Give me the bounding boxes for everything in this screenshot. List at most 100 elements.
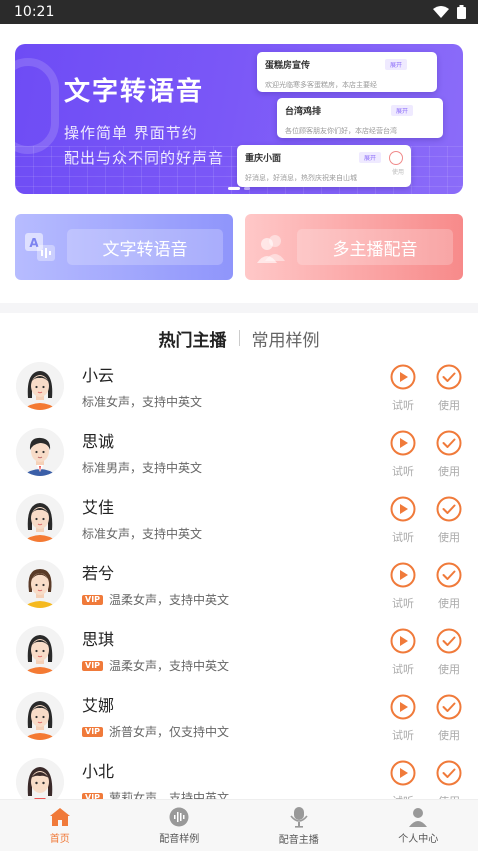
nav-label: 个人中心: [398, 833, 439, 845]
carousel-dot[interactable]: [244, 187, 250, 190]
play-icon: [390, 562, 416, 592]
nav-home[interactable]: 首页: [0, 800, 120, 851]
anchor-desc-text: 温柔女声，支持中英文: [109, 659, 230, 673]
card-body: 各位顾客朋友你们好，本店经营台湾: [285, 127, 397, 135]
status-bar: 10:21: [0, 0, 478, 24]
female-avatar: [16, 362, 64, 410]
check-circle-icon: [436, 694, 462, 724]
anchor-name: 艾佳: [82, 498, 115, 517]
listen-label: 试听: [392, 464, 414, 478]
anchor-row[interactable]: 思诚标准男声，支持中英文 试听 使用: [0, 419, 478, 485]
section-divider: [0, 303, 478, 313]
card-tag: 展开: [384, 59, 407, 70]
anchor-description: VIP 温柔女声，支持中英文: [82, 657, 390, 674]
listen-button[interactable]: 试听: [390, 628, 416, 677]
nav-anchors[interactable]: 配音主播: [239, 800, 359, 851]
use-button[interactable]: 使用: [436, 496, 462, 545]
text-to-speech-icon: A: [25, 233, 55, 261]
listen-button[interactable]: 试听: [390, 364, 416, 413]
nav-label: 首页: [49, 833, 70, 845]
carousel-dots: [228, 187, 250, 190]
banner-card: 台湾鸡排 各位顾客朋友你们好，本店经营台湾 展开: [277, 98, 443, 138]
use-button[interactable]: 使用: [436, 694, 462, 743]
anchor-description: 标准女声，支持中英文: [82, 393, 390, 410]
anchor-name: 小云: [82, 366, 115, 385]
use-button[interactable]: 使用: [436, 760, 462, 799]
play-icon: [390, 430, 416, 460]
anchor-name: 思琪: [82, 630, 115, 649]
listen-button[interactable]: 试听: [390, 562, 416, 611]
listen-label: 试听: [392, 530, 414, 544]
anchor-description: VIP 温柔女声，支持中英文: [82, 591, 390, 608]
banner-title: 文字转语音: [64, 77, 205, 107]
listen-label: 试听: [392, 728, 414, 742]
sound-wave-icon: [169, 807, 189, 826]
listen-label: 试听: [392, 662, 414, 676]
multi-anchor-label: 多主播配音: [297, 229, 453, 265]
anchor-name: 若兮: [82, 564, 115, 583]
text-to-speech-button[interactable]: A 文字转语音: [15, 214, 233, 280]
text-to-speech-label: 文字转语音: [67, 229, 223, 265]
play-icon: [390, 496, 416, 526]
vip-badge: VIP: [82, 726, 104, 737]
listen-label: 试听: [392, 596, 414, 610]
promo-banner[interactable]: 文字转语音 操作简单 界面节约 配出与众不同的好声音 蛋糕房宣传 欢迎光临寒多客…: [15, 44, 463, 194]
use-button[interactable]: 使用: [436, 430, 462, 479]
girl-avatar: [16, 758, 64, 799]
anchor-desc-text: 标准女声，支持中英文: [82, 395, 203, 409]
anchor-row[interactable]: 艾佳标准女声，支持中英文 试听 使用: [0, 485, 478, 551]
nav-label: 配音主播: [278, 834, 319, 846]
use-button[interactable]: 使用: [436, 364, 462, 413]
carousel-dot[interactable]: [228, 187, 240, 190]
anchor-row[interactable]: 若兮 VIP 温柔女声，支持中英文 试听 使用: [0, 551, 478, 617]
nav-samples[interactable]: 配音样例: [120, 800, 240, 851]
tab-hot-anchors[interactable]: 热门主播: [159, 326, 227, 351]
multi-anchor-button[interactable]: 多主播配音: [245, 214, 463, 280]
check-circle-icon: [436, 760, 462, 790]
female-avatar: [16, 626, 64, 674]
female-avatar: [16, 494, 64, 542]
female-avatar: [16, 692, 64, 740]
use-label: 使用: [438, 596, 460, 610]
nav-profile[interactable]: 个人中心: [359, 800, 478, 851]
anchor-row[interactable]: 艾娜 VIP 浙普女声，仅支持中文 试听 使用: [0, 683, 478, 749]
check-circle-icon: [436, 496, 462, 526]
card-body: 好消息，好消息，热烈庆祝来自山城: [245, 174, 357, 182]
use-button[interactable]: 使用: [436, 628, 462, 677]
nav-label: 配音样例: [159, 833, 200, 845]
check-circle-icon: [436, 364, 462, 394]
use-button[interactable]: 使用: [436, 562, 462, 611]
anchor-row[interactable]: 小云标准女声，支持中英文 试听 使用: [0, 353, 478, 419]
listen-button[interactable]: 试听: [390, 496, 416, 545]
anchor-desc-text: 标准男声，支持中英文: [82, 461, 203, 475]
wifi-icon: [433, 6, 449, 18]
anchor-name: 思诚: [82, 432, 115, 451]
listen-label: 试听: [392, 398, 414, 412]
anchor-desc-text: 浙普女声，仅支持中文: [109, 725, 230, 739]
banner-card: 蛋糕房宣传 欢迎光临寒多客蛋糕房，本店主要经 展开: [257, 52, 437, 92]
listen-button[interactable]: 试听: [390, 430, 416, 479]
anchor-desc-text: 萝莉女声，支持中英文: [109, 791, 230, 799]
banner-card: 重庆小面 好消息，好消息，热烈庆祝来自山城 展开 使用: [237, 145, 411, 187]
anchor-row[interactable]: 思琪 VIP 温柔女声，支持中英文 试听 使用: [0, 617, 478, 683]
vip-badge: VIP: [82, 660, 104, 671]
person-icon: [409, 807, 428, 827]
home-icon: [49, 807, 70, 826]
anchor-row[interactable]: 小北 VIP萝莉女声，支持中英文试听使用: [0, 749, 478, 799]
check-circle-icon: [389, 151, 403, 165]
anchor-description: VIP 浙普女声，仅支持中文: [82, 723, 390, 740]
use-label: 使用: [438, 662, 460, 676]
card-use-label: 使用: [391, 169, 404, 176]
play-icon: [390, 364, 416, 394]
listen-button[interactable]: 试听: [390, 694, 416, 743]
female-avatar: [16, 560, 64, 608]
tab-separator: [238, 330, 240, 346]
status-icons: [433, 5, 466, 19]
tab-common-samples[interactable]: 常用样例: [252, 326, 320, 351]
status-time: 10:21: [14, 4, 55, 20]
anchor-name: 小北: [82, 762, 115, 781]
anchor-description: 标准女声，支持中英文: [82, 525, 390, 542]
microphone-decoration-icon: [15, 58, 59, 154]
battery-icon: [457, 5, 466, 19]
listen-button[interactable]: 试听: [390, 760, 416, 799]
